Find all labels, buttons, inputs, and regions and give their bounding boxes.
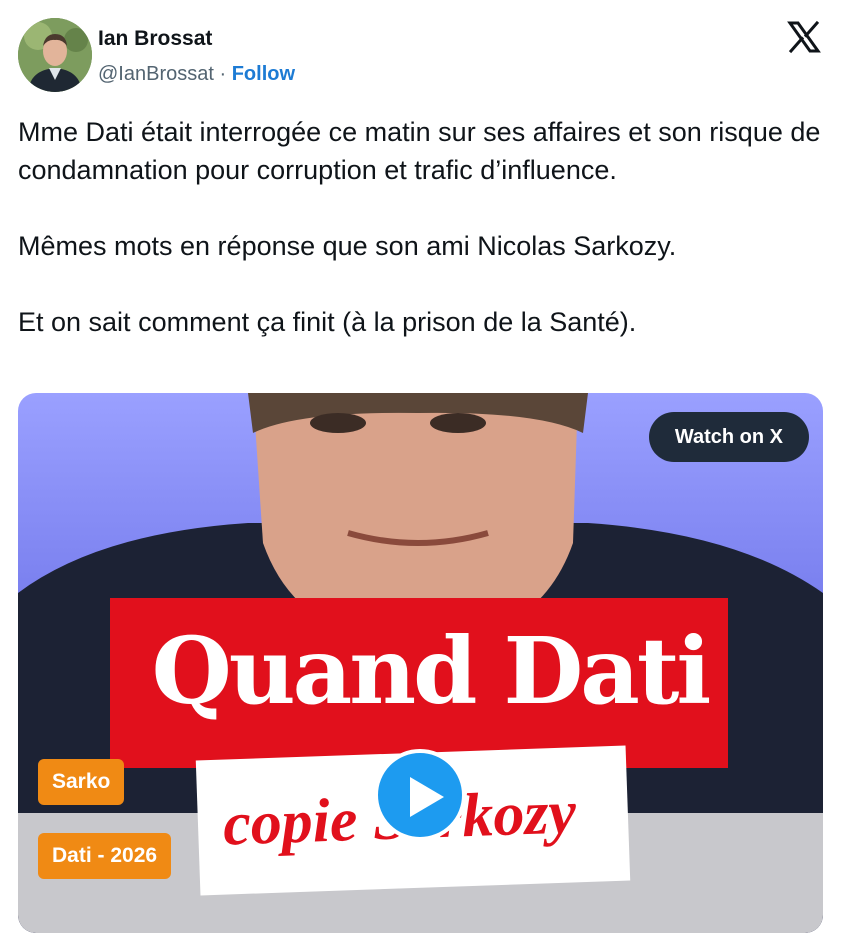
x-logo-icon[interactable] <box>787 20 821 54</box>
video-thumbnail[interactable]: Quand Dati copie Sarkozy Sarko Dati - 20… <box>18 393 823 933</box>
play-button[interactable] <box>374 749 466 841</box>
tag-dati: Dati - 2026 <box>38 833 172 879</box>
tag-sarko: Sarko <box>38 759 125 805</box>
author-handle-row: @IanBrossat · Follow <box>98 63 295 86</box>
watch-on-x-button[interactable]: Watch on X <box>648 412 809 462</box>
author-handle[interactable]: @IanBrossat <box>98 63 214 85</box>
tweet-header: Ian Brossat @IanBrossat · Follow <box>18 18 823 94</box>
headline-title: Quand Dati <box>151 617 712 725</box>
tweet-text: Mme Dati était interrogée ce matin sur s… <box>18 117 821 337</box>
author-avatar[interactable] <box>18 18 92 92</box>
play-icon <box>410 777 444 817</box>
separator-dot: · <box>213 63 232 85</box>
author-name[interactable]: Ian Brossat <box>98 27 212 51</box>
follow-button[interactable]: Follow <box>232 63 295 85</box>
